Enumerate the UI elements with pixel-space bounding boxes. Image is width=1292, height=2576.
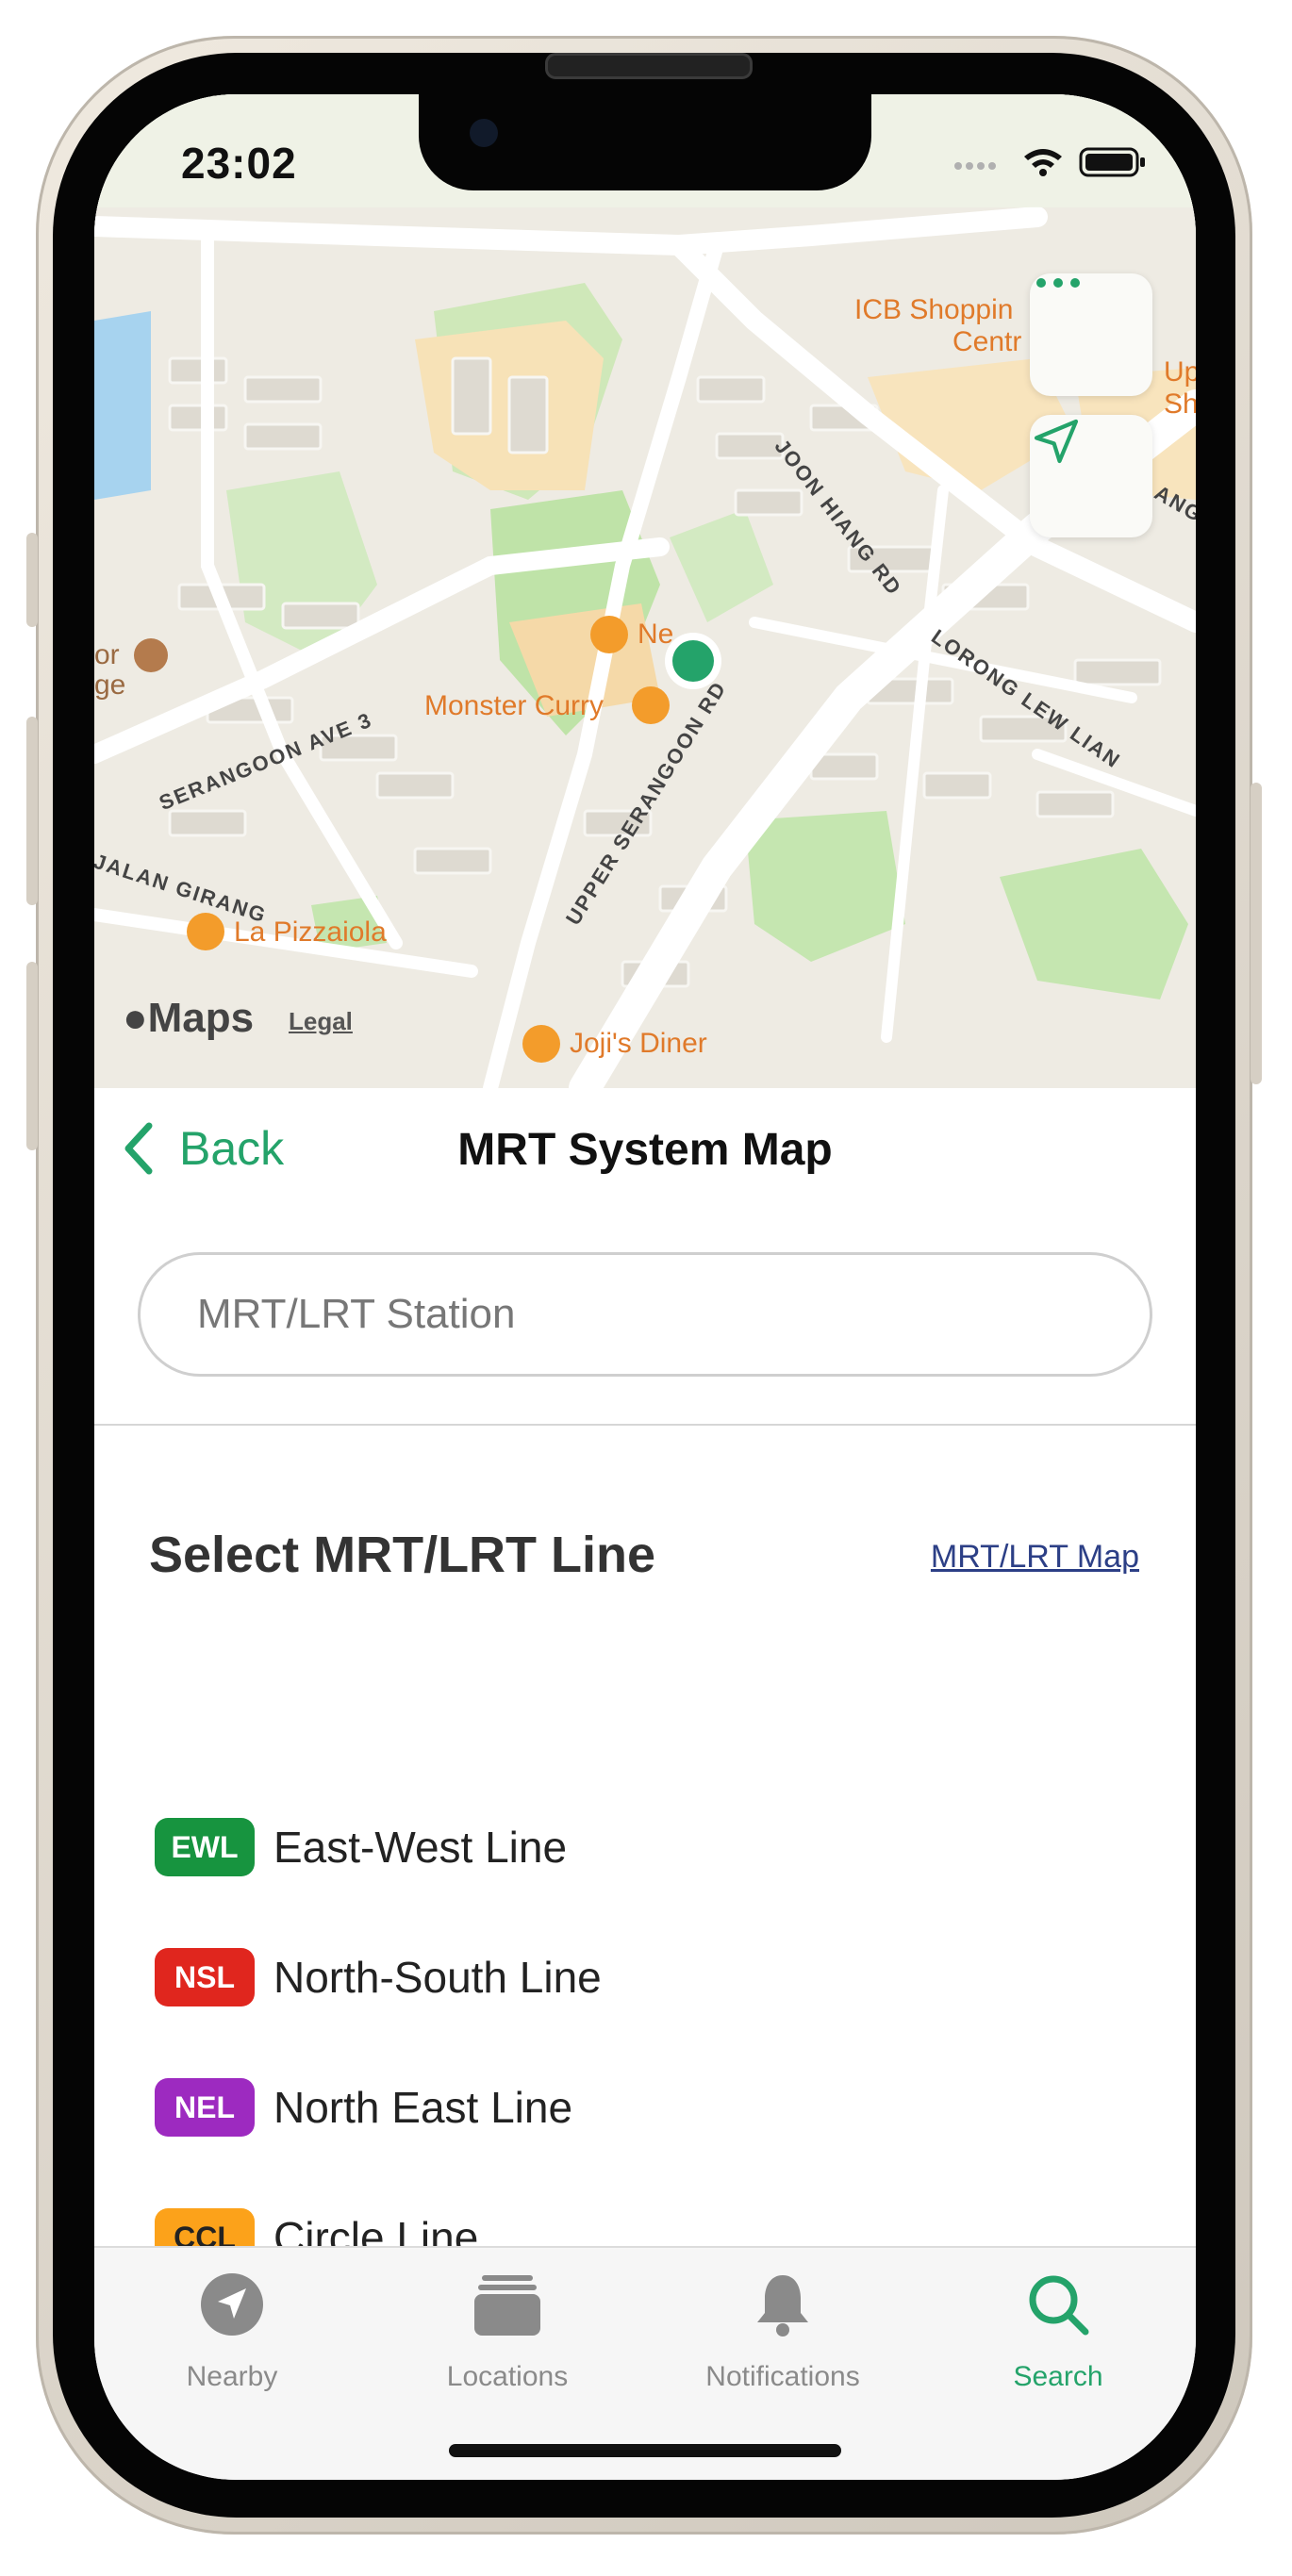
- line-name: North East Line: [273, 2083, 573, 2132]
- front-camera: [470, 119, 498, 147]
- tab-nearby[interactable]: Nearby: [109, 2267, 355, 2408]
- apple-maps-logo: ●Maps: [123, 995, 254, 1042]
- folder-icon: [474, 2275, 540, 2336]
- status-icons: [954, 147, 1145, 177]
- poi-label: ge: [94, 669, 126, 701]
- signal-icon: [954, 162, 996, 170]
- line-item-nel[interactable]: NEL North East Line: [155, 2076, 572, 2138]
- line-badge: NEL: [155, 2078, 255, 2137]
- legal-link[interactable]: Legal: [289, 1007, 353, 1036]
- action-button: [26, 533, 38, 627]
- line-badge: NSL: [155, 1948, 255, 2006]
- wifi-icon: [1024, 149, 1062, 176]
- line-item-ewl[interactable]: EWL East-West Line: [155, 1816, 567, 1878]
- more-icon: [1036, 278, 1080, 288]
- navigation-bar: Back MRT System Map: [94, 1088, 1196, 1211]
- poi-label: Centr: [952, 326, 1022, 357]
- line-name: North-South Line: [273, 1953, 602, 2002]
- maps-attribution: Maps: [147, 995, 255, 1041]
- search-icon: [1029, 2275, 1089, 2336]
- mrt-map-link[interactable]: MRT/LRT Map: [931, 1539, 1139, 1576]
- earpiece-speaker: [545, 53, 753, 79]
- home-indicator: [449, 2444, 841, 2457]
- apple-logo-icon: ●: [123, 995, 148, 1041]
- location-arrow-icon: [1034, 419, 1079, 464]
- tab-label: Notifications: [705, 2361, 860, 2392]
- station-search-input[interactable]: MRT/LRT Station: [138, 1252, 1152, 1377]
- power-button: [1251, 783, 1262, 1084]
- volume-down-button: [26, 962, 38, 1150]
- section-title: Select MRT/LRT Line: [149, 1527, 656, 1583]
- navigation-icon: [201, 2273, 263, 2336]
- status-time: 23:02: [181, 139, 297, 188]
- battery-icon: [1079, 147, 1145, 177]
- bell-icon: [757, 2275, 808, 2337]
- poi-label: Sh: [1164, 388, 1196, 420]
- map-locate-button[interactable]: [1030, 415, 1152, 537]
- tab-search[interactable]: Search: [936, 2267, 1181, 2408]
- volume-up-button: [26, 717, 38, 905]
- screen: ICB Shoppin Centr Up Sh Ne Monster Curry…: [94, 94, 1196, 2480]
- poi-label: or: [94, 639, 120, 670]
- tab-label: Search: [1013, 2361, 1103, 2392]
- tab-label: Nearby: [186, 2361, 278, 2392]
- tab-locations[interactable]: Locations: [385, 2267, 630, 2408]
- map-view[interactable]: ICB Shoppin Centr Up Sh Ne Monster Curry…: [94, 94, 1196, 1088]
- page-title: MRT System Map: [457, 1125, 833, 1175]
- poi-label: Up: [1164, 356, 1196, 388]
- tab-label: Locations: [446, 2361, 569, 2392]
- poi-label: Ne: [638, 619, 674, 650]
- line-name: East-West Line: [273, 1823, 568, 1872]
- poi-label-monster-curry[interactable]: Monster Curry: [424, 690, 604, 722]
- tab-notifications[interactable]: Notifications: [660, 2267, 905, 2408]
- line-selection-section: Select MRT/LRT Line MRT/LRT Map EWL East…: [94, 1426, 1196, 2312]
- line-item-nsl[interactable]: NSL North-South Line: [155, 1946, 602, 2008]
- line-badge: EWL: [155, 1818, 255, 1876]
- search-section: MRT/LRT Station: [94, 1209, 1196, 1426]
- map-more-button[interactable]: [1030, 273, 1152, 396]
- poi-label-jojis-diner[interactable]: Joji's Diner: [570, 1028, 707, 1060]
- poi-label: ICB Shoppin: [854, 294, 1014, 325]
